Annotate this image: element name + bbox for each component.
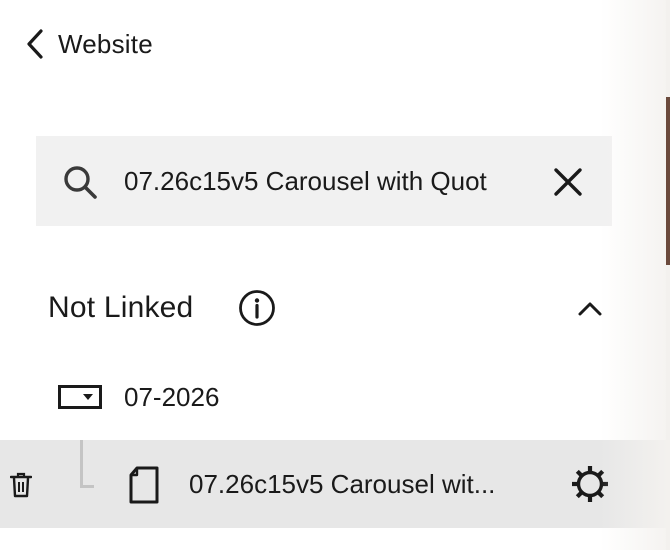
trash-icon[interactable]	[10, 472, 32, 498]
folder-item-label: 07-2026	[124, 382, 220, 412]
page-scrollbar[interactable]	[666, 97, 670, 265]
pages-panel: Website Not Linked 07-2026	[0, 0, 666, 550]
search-input[interactable]	[124, 158, 528, 204]
folder-icon	[58, 385, 102, 409]
search-box	[36, 136, 612, 226]
info-icon[interactable]	[238, 289, 276, 327]
page-edge	[666, 0, 670, 550]
section-title: Not Linked	[48, 291, 194, 324]
close-icon[interactable]	[552, 166, 584, 198]
search-icon	[64, 166, 97, 199]
chevron-left-icon	[27, 29, 43, 59]
page-item-selected[interactable]: 07.26c15v5 Carousel wit...	[0, 440, 666, 528]
folder-item[interactable]: 07-2026	[0, 370, 666, 426]
back-link[interactable]: Website	[22, 26, 153, 62]
back-link-label: Website	[58, 28, 153, 59]
tree-connector	[80, 440, 94, 488]
page-item-label: 07.26c15v5 Carousel wit...	[189, 469, 496, 499]
gear-icon[interactable]	[570, 464, 610, 504]
chevron-up-icon[interactable]	[574, 292, 606, 324]
page-icon	[129, 466, 159, 504]
